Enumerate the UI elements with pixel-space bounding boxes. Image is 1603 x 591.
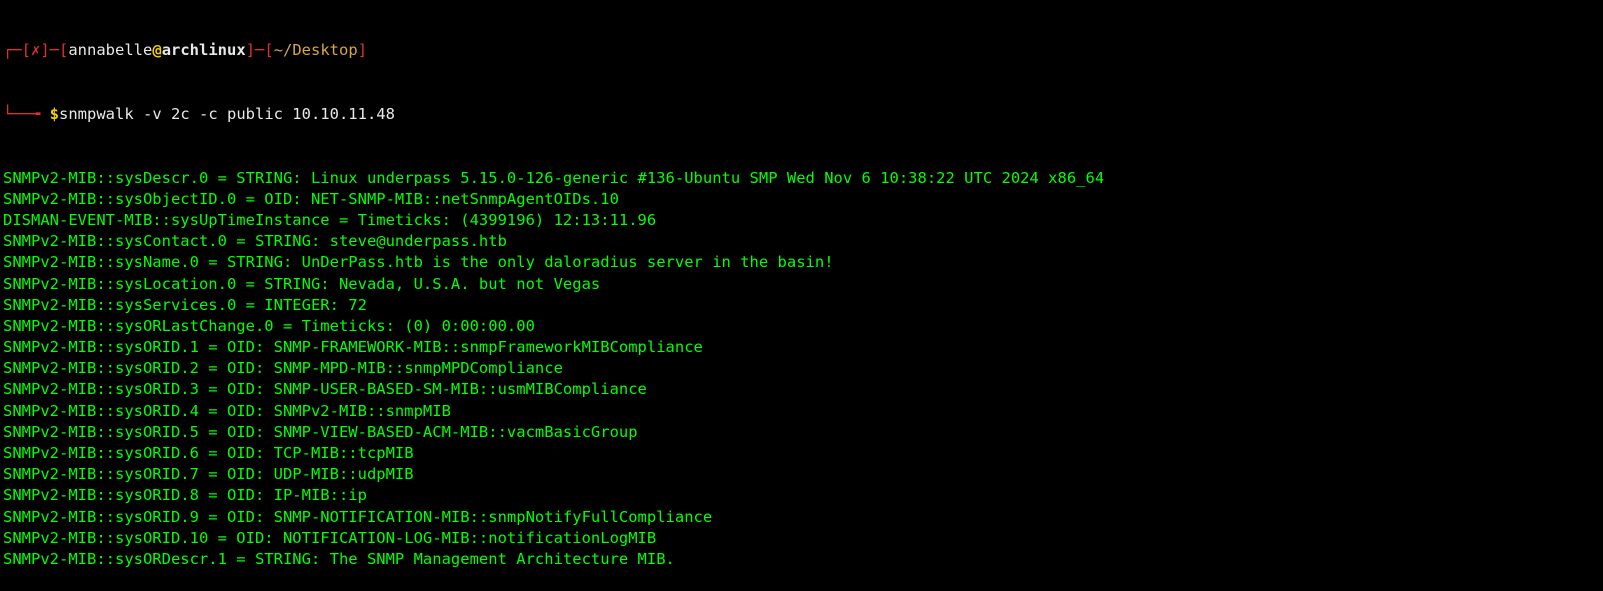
output-line: SNMPv2-MIB::sysORID.1 = OID: SNMP-FRAMEW… <box>3 338 703 357</box>
output-line: SNMPv2-MIB::sysContact.0 = STRING: steve… <box>3 232 507 251</box>
output-line: SNMPv2-MIB::sysORID.4 = OID: SNMPv2-MIB:… <box>3 401 451 420</box>
exit-status-mark: ✗ <box>31 41 41 60</box>
output-line: SNMPv2-MIB::sysServices.0 = INTEGER: 72 <box>3 295 367 314</box>
prompt-arrow: └──╼ <box>3 105 50 123</box>
prompt-user: annabelle <box>68 41 153 60</box>
terminal-window[interactable]: ┌─[✗]─[annabelle@archlinux]─[~/Desktop] … <box>3 0 1603 568</box>
prompt-host: archlinux <box>161 41 246 60</box>
prompt-line-2: └──╼ $snmpwalk -v 2c -c public 10.10.11.… <box>3 104 1603 125</box>
prompt-cwd: ~/Desktop <box>273 41 358 60</box>
prompt-frame-open: ┌─[ <box>3 41 31 60</box>
command-output: SNMPv2-MIB::sysDescr.0 = STRING: Linux u… <box>3 168 1603 571</box>
output-line: SNMPv2-MIB::sysORID.10 = OID: NOTIFICATI… <box>3 528 657 547</box>
output-line: SNMPv2-MIB::sysName.0 = STRING: UnDerPas… <box>3 253 834 272</box>
output-line: SNMPv2-MIB::sysORID.8 = OID: IP-MIB::ip <box>3 486 367 505</box>
output-line: SNMPv2-MIB::sysORID.2 = OID: SNMP-MPD-MI… <box>3 359 563 378</box>
prompt-frame-close: ] <box>357 41 368 60</box>
prompt-separator-2: ]─[ <box>245 41 274 60</box>
output-line: SNMPv2-MIB::sysORID.6 = OID: TCP-MIB::tc… <box>3 444 414 463</box>
output-line: SNMPv2-MIB::sysORID.7 = OID: UDP-MIB::ud… <box>3 465 414 484</box>
prompt-line-1: ┌─[✗]─[annabelle@archlinux]─[~/Desktop] <box>3 40 1603 61</box>
output-line: SNMPv2-MIB::sysORLastChange.0 = Timetick… <box>3 316 535 335</box>
output-line: SNMPv2-MIB::sysORID.5 = OID: SNMP-VIEW-B… <box>3 422 638 441</box>
output-line: SNMPv2-MIB::sysLocation.0 = STRING: Neva… <box>3 274 601 293</box>
output-line: SNMPv2-MIB::sysORID.9 = OID: SNMP-NOTIFI… <box>3 507 713 526</box>
command-text: snmpwalk -v 2c -c public 10.10.11.48 <box>59 105 395 123</box>
prompt-dollar: $ <box>49 105 60 123</box>
prompt-at: @ <box>152 41 162 60</box>
output-line: SNMPv2-MIB::sysObjectID.0 = OID: NET-SNM… <box>3 189 619 208</box>
output-line: SNMPv2-MIB::sysDescr.0 = STRING: Linux u… <box>3 168 1105 187</box>
prompt-separator-1: ]─[ <box>40 41 69 60</box>
output-line: DISMAN-EVENT-MIB::sysUpTimeInstance = Ti… <box>3 210 657 229</box>
output-line: SNMPv2-MIB::sysORDescr.1 = STRING: The S… <box>3 549 675 568</box>
output-line: SNMPv2-MIB::sysORID.3 = OID: SNMP-USER-B… <box>3 380 647 399</box>
